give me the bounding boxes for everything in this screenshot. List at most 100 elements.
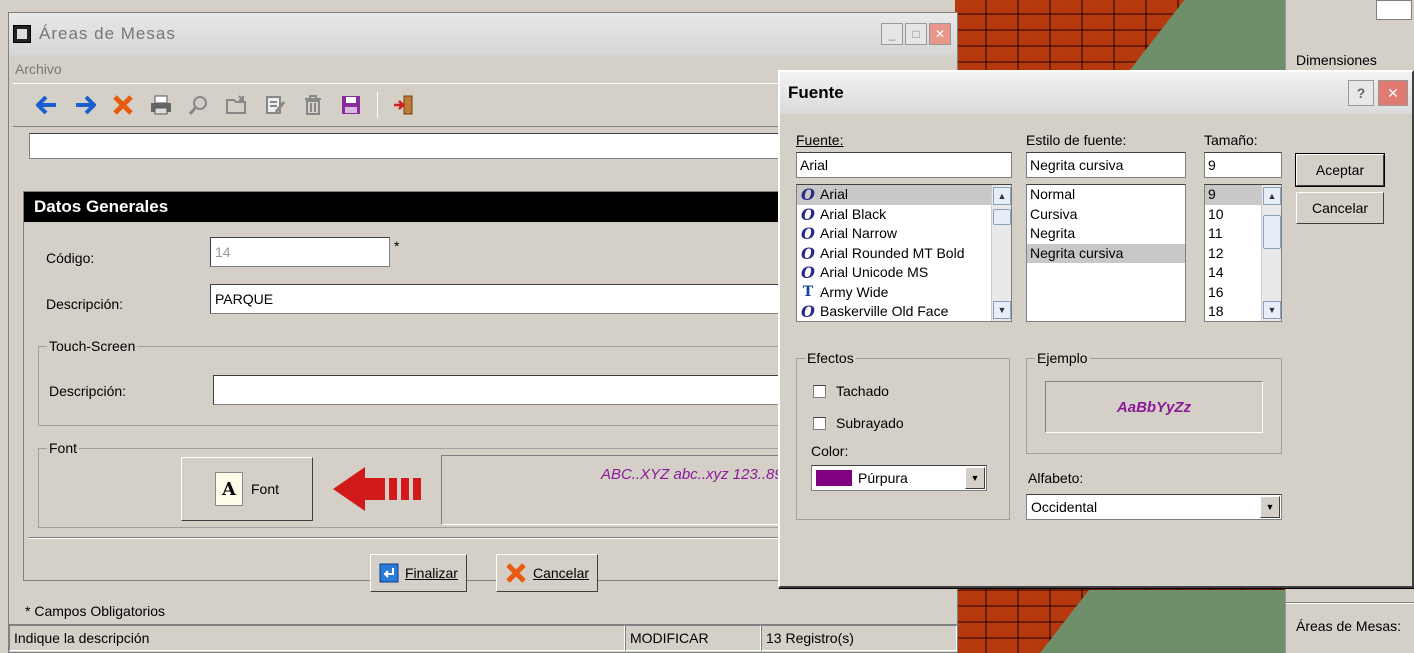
list-item-label: Arial Rounded MT Bold xyxy=(820,244,965,261)
list-item[interactable]: O Arial Narrow xyxy=(797,224,1011,244)
underline-checkbox[interactable]: Subrayado xyxy=(813,415,904,431)
opentype-font-icon: O xyxy=(801,263,815,283)
list-item-label: Army Wide xyxy=(820,283,889,300)
dialog-close-button[interactable]: ✕ xyxy=(1378,80,1408,106)
divider xyxy=(1286,602,1414,604)
dimensiones-label: Dimensiones xyxy=(1296,52,1377,68)
list-item-label: Baskerville Old Face xyxy=(820,303,949,320)
color-select[interactable]: Púrpura ▼ xyxy=(811,465,987,491)
font-name-input[interactable]: Arial xyxy=(796,152,1012,178)
font-size-input[interactable]: 9 xyxy=(1204,152,1282,178)
arrow-right-icon[interactable] xyxy=(73,93,97,117)
scroll-down-icon[interactable]: ▼ xyxy=(993,301,1011,319)
opentype-font-icon: O xyxy=(801,185,815,205)
charset-value: Occidental xyxy=(1031,499,1098,515)
font-list-scrollbar[interactable]: ▲ ▼ xyxy=(991,185,1011,321)
dialog-cancel-button[interactable]: Cancelar xyxy=(1296,192,1384,224)
arrow-left-icon[interactable] xyxy=(35,93,59,117)
aceptar-button[interactable]: Aceptar xyxy=(1295,153,1385,187)
list-item[interactable]: Negrita xyxy=(1027,224,1185,244)
scroll-down-icon[interactable]: ▼ xyxy=(1263,301,1281,319)
app-icon xyxy=(13,25,31,43)
checkbox-box[interactable] xyxy=(813,416,826,430)
list-item[interactable]: O Arial Black xyxy=(797,205,1011,225)
required-mark: * xyxy=(394,238,400,254)
close-button[interactable]: ✕ xyxy=(929,23,951,45)
truetype-font-icon: T xyxy=(802,283,814,300)
font-group-title: Font xyxy=(47,440,80,456)
color-label: Color: xyxy=(811,443,849,459)
menu-archivo[interactable]: Archivo xyxy=(15,61,62,77)
delete-icon[interactable] xyxy=(111,93,135,117)
dialog-title: Fuente xyxy=(788,83,844,102)
cancel-x-icon xyxy=(506,563,526,583)
dropdown-arrow-icon[interactable]: ▼ xyxy=(965,467,985,489)
strikeout-checkbox[interactable]: Tachado xyxy=(813,383,889,399)
sample-group: Ejemplo AaBbYyZz xyxy=(1026,350,1282,454)
size-list-scrollbar[interactable]: ▲ ▼ xyxy=(1261,185,1281,321)
cancelar-button[interactable]: Cancelar xyxy=(496,554,599,592)
print-icon[interactable] xyxy=(149,93,173,117)
charset-select[interactable]: Occidental ▼ xyxy=(1026,494,1282,520)
edit-icon[interactable] xyxy=(263,93,287,117)
open-folder-icon[interactable] xyxy=(225,93,249,117)
status-mode: MODIFICAR xyxy=(625,625,761,651)
font-style-label: Estilo de fuente: xyxy=(1026,132,1127,148)
charset-label: Alfabeto: xyxy=(1028,470,1084,486)
list-item[interactable]: O Arial Rounded MT Bold xyxy=(797,244,1011,264)
effects-group: Efectos Tachado Subrayado Color: Púrpura… xyxy=(796,350,1010,520)
font-dialog: Fuente ? ✕ Fuente: Arial O Arial O Arial B… xyxy=(778,70,1414,588)
dialog-title-bar[interactable]: Fuente xyxy=(780,72,1412,114)
list-item-label: Arial Black xyxy=(820,205,887,222)
font-button[interactable]: A Font xyxy=(181,457,313,521)
opentype-font-icon: O xyxy=(801,243,815,263)
title-bar[interactable]: Áreas de Mesas _ □ ✕ xyxy=(9,13,957,55)
list-item[interactable]: T Army Wide xyxy=(797,283,1011,303)
areas-label: Áreas de Mesas: xyxy=(1296,618,1402,634)
checkbox-box[interactable] xyxy=(813,384,826,398)
opentype-font-icon: O xyxy=(801,302,815,322)
enter-icon xyxy=(379,563,399,583)
font-size-list[interactable]: 9 10 11 12 14 16 18 ▲ ▼ xyxy=(1204,184,1282,322)
font-size-label: Tamaño: xyxy=(1204,132,1258,148)
color-value: Púrpura xyxy=(858,470,908,486)
opentype-font-icon: O xyxy=(801,224,815,244)
finalizar-button[interactable]: Finalizar xyxy=(370,554,467,592)
save-icon[interactable] xyxy=(339,93,363,117)
dropdown-arrow-icon[interactable]: ▼ xyxy=(1260,496,1280,518)
font-style-input[interactable]: Negrita cursiva xyxy=(1026,152,1186,178)
maximize-button[interactable]: □ xyxy=(905,23,927,45)
status-count: 13 Registro(s) xyxy=(761,625,957,651)
descripcion-label: Descripción: xyxy=(46,296,124,312)
scroll-up-icon[interactable]: ▲ xyxy=(993,187,1011,205)
font-style-list[interactable]: Normal Cursiva Negrita Negrita cursiva xyxy=(1026,184,1186,322)
font-name-list[interactable]: O Arial O Arial Black O Arial Narrow O Arial… xyxy=(796,184,1012,322)
opentype-font-icon: O xyxy=(801,204,815,224)
minimize-button[interactable]: _ xyxy=(881,23,903,45)
scroll-thumb[interactable] xyxy=(993,209,1011,225)
font-button-label: Font xyxy=(250,481,279,497)
touch-screen-group-title: Touch-Screen xyxy=(47,338,138,354)
list-item[interactable]: O Arial Unicode MS xyxy=(797,263,1011,283)
color-swatch xyxy=(816,470,852,486)
font-name-label: Fuente: xyxy=(796,132,844,148)
required-note: * Campos Obligatorios xyxy=(25,603,166,619)
trash-icon[interactable] xyxy=(301,93,325,117)
touch-descripcion-label: Descripción: xyxy=(49,383,127,399)
cancelar-label: Cancelar xyxy=(533,565,590,581)
sample-group-title: Ejemplo xyxy=(1035,350,1090,366)
scroll-thumb[interactable] xyxy=(1263,215,1281,249)
list-item[interactable]: Cursiva xyxy=(1027,205,1185,225)
list-item-label: Arial xyxy=(820,186,849,203)
exit-icon[interactable] xyxy=(392,93,416,117)
help-button[interactable]: ? xyxy=(1348,80,1374,106)
list-item[interactable]: O Baskerville Old Face xyxy=(797,302,1011,322)
codigo-field[interactable]: 14 xyxy=(210,237,390,267)
list-item[interactable]: Normal xyxy=(1027,185,1185,205)
list-item[interactable]: Negrita cursiva xyxy=(1027,243,1185,263)
list-item[interactable]: O Arial xyxy=(797,185,1011,205)
background-input[interactable] xyxy=(1376,0,1412,20)
search-icon[interactable] xyxy=(187,93,211,117)
codigo-label: Código: xyxy=(46,250,95,266)
scroll-up-icon[interactable]: ▲ xyxy=(1263,187,1281,205)
